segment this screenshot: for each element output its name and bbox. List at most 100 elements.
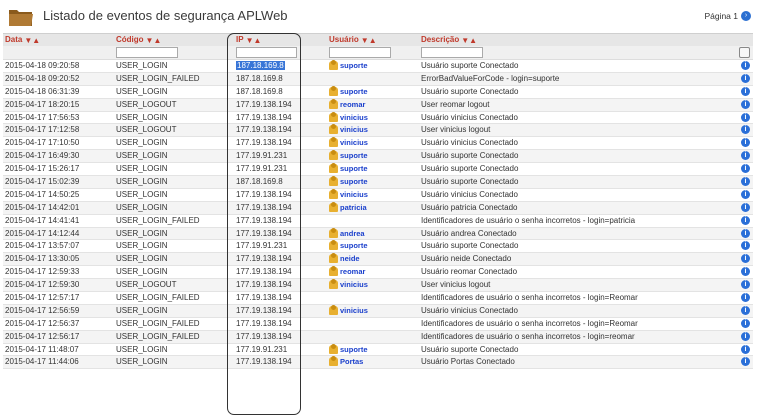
table-row[interactable]: 2015-04-18 09:20:52 USER_LOGIN_FAILED 187.… xyxy=(3,72,753,86)
user-link[interactable]: vinicius xyxy=(329,188,368,199)
user-link[interactable]: suporte xyxy=(329,240,368,251)
date-cell: 2015-04-17 12:59:33 xyxy=(5,267,80,277)
table-row[interactable]: 2015-04-17 14:42:01 USER_LOGIN 177.19.138.… xyxy=(3,201,753,215)
sort-arrows-icon[interactable]: ▼▲ xyxy=(24,36,40,45)
info-icon[interactable]: i xyxy=(741,202,750,212)
page-title: Listado de eventos de segurança APLWeb xyxy=(43,8,288,23)
user-link[interactable]: suporte xyxy=(329,343,368,354)
ip-cell: 187.18.169.8 xyxy=(236,61,285,70)
table-row[interactable]: 2015-04-17 13:30:05 USER_LOGIN 177.19.138.… xyxy=(3,253,753,267)
info-icon[interactable]: i xyxy=(741,241,750,251)
user-icon xyxy=(329,266,338,277)
info-icon[interactable]: i xyxy=(741,99,750,109)
table-row[interactable]: 2015-04-17 14:41:41 USER_LOGIN_FAILED 177.… xyxy=(3,215,753,228)
description-filter-input[interactable] xyxy=(421,47,483,58)
sort-arrows-icon[interactable]: ▼▲ xyxy=(146,36,162,45)
info-icon[interactable]: i xyxy=(741,305,750,315)
info-icon[interactable]: i xyxy=(741,331,750,341)
user-link[interactable]: suporte xyxy=(329,176,368,187)
code-cell: USER_LOGIN xyxy=(116,241,168,251)
info-icon[interactable]: i xyxy=(741,189,750,199)
info-icon[interactable]: i xyxy=(741,177,750,187)
table-row[interactable]: 2015-04-17 17:10:50 USER_LOGIN 177.19.138.… xyxy=(3,137,753,151)
info-icon[interactable]: i xyxy=(741,280,750,290)
description-cell: Identificadores de usuário o senha incor… xyxy=(421,331,635,341)
ip-cell: 177.19.138.194 xyxy=(236,318,292,328)
info-icon[interactable]: i xyxy=(741,86,750,96)
description-cell: Usuário suporte Conectado xyxy=(421,164,519,174)
date-cell: 2015-04-17 16:49:30 xyxy=(5,151,80,161)
table-row[interactable]: 2015-04-17 14:12:44 USER_LOGIN 177.19.138.… xyxy=(3,227,753,241)
user-link[interactable]: suporte xyxy=(329,163,368,174)
sort-arrows-icon[interactable]: ▼▲ xyxy=(361,36,377,45)
info-icon[interactable]: i xyxy=(741,344,750,354)
info-icon[interactable]: i xyxy=(741,318,750,328)
user-icon xyxy=(329,163,338,174)
table-row[interactable]: 2015-04-17 11:44:06 USER_LOGIN 177.19.138.… xyxy=(3,356,753,370)
table-row[interactable]: 2015-04-17 17:56:53 USER_LOGIN 177.19.138.… xyxy=(3,111,753,125)
filter-checkbox[interactable] xyxy=(739,47,750,58)
table-row[interactable]: 2015-04-17 14:50:25 USER_LOGIN 177.19.138.… xyxy=(3,188,753,202)
column-header-user[interactable]: Usuário ▼▲ xyxy=(329,35,377,45)
info-icon[interactable]: i xyxy=(741,61,750,70)
description-cell: User reomar logout xyxy=(421,99,490,109)
info-icon[interactable]: i xyxy=(741,138,750,148)
table-row[interactable]: 2015-04-17 12:56:17 USER_LOGIN_FAILED 177.… xyxy=(3,330,753,344)
code-filter-input[interactable] xyxy=(116,47,178,58)
column-header-description[interactable]: Descrição ▼▲ xyxy=(421,35,477,45)
ip-filter-input[interactable] xyxy=(236,47,297,58)
table-row[interactable]: 2015-04-18 09:20:58 USER_LOGIN 187.18.169.… xyxy=(3,60,753,73)
table-row[interactable]: 2015-04-17 12:59:33 USER_LOGIN 177.19.138.… xyxy=(3,266,753,280)
user-icon xyxy=(329,253,338,264)
table-row[interactable]: 2015-04-17 12:56:37 USER_LOGIN_FAILED 177.… xyxy=(3,318,753,331)
user-filter-input[interactable] xyxy=(329,47,391,58)
info-icon[interactable]: i xyxy=(741,215,750,225)
table-row[interactable]: 2015-04-17 11:48:07 USER_LOGIN 177.19.91.2… xyxy=(3,343,753,357)
table-row[interactable]: 2015-04-17 17:12:58 USER_LOGOUT 177.19.138… xyxy=(3,124,753,138)
column-header-code[interactable]: Código ▼▲ xyxy=(116,35,161,45)
info-icon[interactable]: i xyxy=(741,254,750,264)
sort-arrows-icon[interactable]: ▼▲ xyxy=(461,36,477,45)
info-icon[interactable]: i xyxy=(741,293,750,303)
info-icon[interactable]: i xyxy=(741,125,750,135)
user-link[interactable]: vinicius xyxy=(329,279,368,290)
info-icon[interactable]: i xyxy=(741,164,750,174)
column-header-date[interactable]: Data ▼▲ xyxy=(5,35,40,45)
column-header-ip[interactable]: IP ▼▲ xyxy=(236,35,261,45)
info-icon[interactable]: i xyxy=(741,112,750,122)
description-cell: Usuário suporte Conectado xyxy=(421,344,519,354)
user-link[interactable]: vinicius xyxy=(329,111,368,122)
user-icon xyxy=(329,304,338,315)
info-icon[interactable]: i xyxy=(741,357,750,367)
user-link[interactable]: suporte xyxy=(329,85,368,96)
table-row[interactable]: 2015-04-17 12:59:30 USER_LOGOUT 177.19.138… xyxy=(3,279,753,293)
next-page-icon[interactable]: › xyxy=(741,11,751,21)
user-link[interactable]: Portas xyxy=(329,356,363,367)
table-row[interactable]: 2015-04-17 18:20:15 USER_LOGOUT 177.19.138… xyxy=(3,98,753,112)
info-icon[interactable]: i xyxy=(741,151,750,161)
user-link[interactable]: reomar xyxy=(329,98,365,109)
table-row[interactable]: 2015-04-17 12:56:59 USER_LOGIN 177.19.138.… xyxy=(3,304,753,318)
table-row[interactable]: 2015-04-17 16:49:30 USER_LOGIN 177.19.91.2… xyxy=(3,150,753,164)
info-icon[interactable]: i xyxy=(741,267,750,277)
user-link[interactable]: suporte xyxy=(329,60,368,70)
user-link[interactable]: vinicius xyxy=(329,124,368,135)
user-link[interactable]: patricia xyxy=(329,201,367,212)
table-row[interactable]: 2015-04-18 06:31:39 USER_LOGIN 187.18.169.… xyxy=(3,85,753,99)
table-row[interactable]: 2015-04-17 15:02:39 USER_LOGIN 187.18.169.… xyxy=(3,176,753,189)
table-row[interactable]: 2015-04-17 15:26:17 USER_LOGIN 177.19.91.2… xyxy=(3,163,753,177)
info-icon[interactable]: i xyxy=(741,228,750,238)
user-icon xyxy=(329,356,338,367)
user-link[interactable]: vinicius xyxy=(329,304,368,315)
table-row[interactable]: 2015-04-17 12:57:17 USER_LOGIN_FAILED 177.… xyxy=(3,292,753,305)
user-link[interactable]: reomar xyxy=(329,266,365,277)
sort-arrows-icon[interactable]: ▼▲ xyxy=(246,36,262,45)
table-row[interactable]: 2015-04-17 13:57:07 USER_LOGIN 177.19.91.2… xyxy=(3,240,753,254)
user-link[interactable]: andrea xyxy=(329,227,365,238)
user-link[interactable]: suporte xyxy=(329,150,368,161)
user-link[interactable]: neide xyxy=(329,253,360,264)
user-link[interactable]: vinicius xyxy=(329,137,368,148)
code-cell: USER_LOGOUT xyxy=(116,99,177,109)
info-icon[interactable]: i xyxy=(741,73,750,83)
ip-cell: 177.19.138.194 xyxy=(236,112,292,122)
